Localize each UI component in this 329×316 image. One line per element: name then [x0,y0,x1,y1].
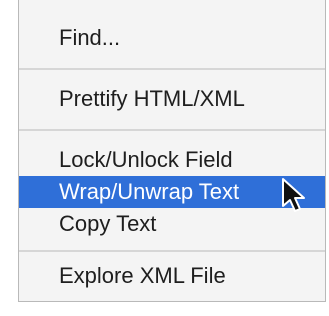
context-menu: Find... Prettify HTML/XML Lock/Unlock Fi… [18,0,326,302]
menu-separator [19,68,325,70]
menu-separator [19,250,325,252]
arrow-cursor-icon [282,178,305,212]
menu-item-lock-unlock-field[interactable]: Lock/Unlock Field [19,144,325,176]
menu-item-explore-xml-file[interactable]: Explore XML File [19,260,325,292]
menu-separator [19,129,325,131]
menu-item-find[interactable]: Find... [19,22,325,54]
menu-item-prettify-html-xml[interactable]: Prettify HTML/XML [19,83,325,115]
